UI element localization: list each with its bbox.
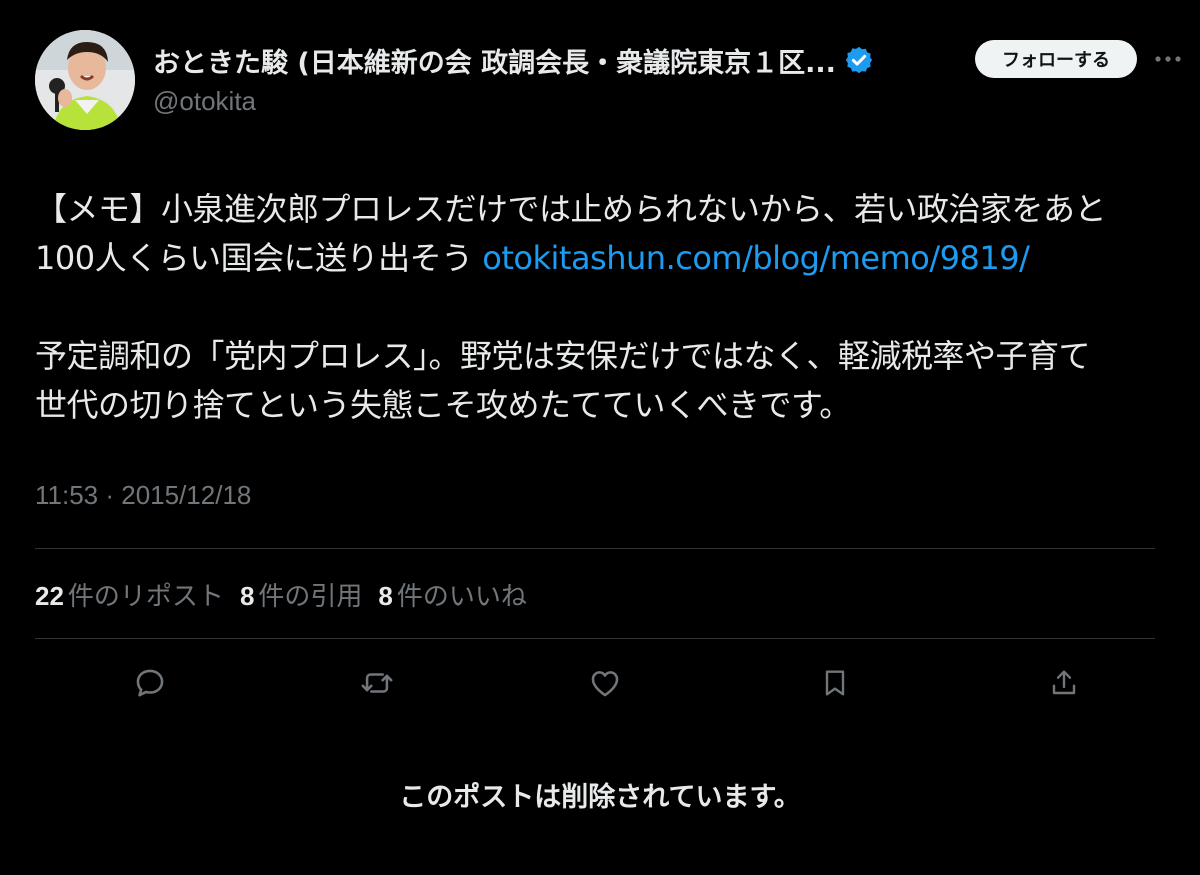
follow-button[interactable]: フォローする — [975, 40, 1137, 78]
likes-count: 8 — [378, 580, 393, 611]
tweet-line-text: 100人くらい国会に送り出そう — [35, 239, 483, 277]
display-name[interactable]: おときた駿 (日本維新の会 政調会長・衆議院東京１区... — [153, 41, 836, 80]
deleted-post-notice: このポストは削除されています。 — [399, 782, 801, 813]
author-info: おときた駿 (日本維新の会 政調会長・衆議院東京１区... @otokita — [153, 38, 953, 117]
display-name-row: おときた駿 (日本維新の会 政調会長・衆議院東京１区... — [153, 38, 953, 82]
tweet-timestamp[interactable]: 11:53 · 2015/12/18 — [35, 480, 251, 511]
more-button[interactable] — [1153, 42, 1183, 76]
reposts-stat[interactable]: 22 件のリポスト — [35, 576, 224, 613]
reply-icon — [136, 669, 164, 697]
likes-stat[interactable]: 8 件のいいね — [378, 576, 526, 613]
divider — [35, 548, 1155, 549]
avatar[interactable] — [35, 30, 135, 130]
share-button[interactable] — [1042, 660, 1086, 706]
tweet-header: おときた駿 (日本維新の会 政調会長・衆議院東京１区... @otokita フ… — [35, 30, 1181, 130]
reposts-label: 件のリポスト — [67, 581, 224, 612]
quotes-count: 8 — [239, 580, 255, 611]
like-button[interactable] — [583, 660, 627, 706]
reply-button[interactable] — [128, 660, 172, 706]
repost-icon — [361, 673, 393, 693]
action-bar — [0, 660, 1200, 706]
quotes-stat[interactable]: 8 件の引用 — [240, 576, 362, 613]
repost-button[interactable] — [355, 660, 399, 706]
bookmark-button[interactable] — [813, 660, 857, 706]
like-icon — [591, 671, 619, 697]
reposts-count: 22 — [35, 580, 64, 611]
handle[interactable]: @otokita — [153, 86, 953, 117]
more-dots-icon — [1155, 56, 1181, 62]
likes-label: 件のいいね — [396, 581, 527, 612]
bookmark-icon — [825, 670, 845, 696]
share-icon — [1052, 670, 1076, 695]
tweet-line: 予定調和の「党内プロレス」。野党は安保だけではなく、軽減税率や子育て — [35, 337, 1091, 375]
tweet-line: 【メモ】小泉進次郎プロレスだけでは止められないから、若い政治家をあと — [35, 190, 1107, 228]
tweet-link[interactable]: otokitashun.com/blog/memo/9819/ — [482, 239, 1030, 277]
tweet-line: 世代の切り捨てという失態こそ攻めたてていくべきです。 — [35, 386, 851, 424]
profile-photo — [35, 30, 135, 130]
tweet-line: 100人くらい国会に送り出そう otokitashun.com/blog/mem… — [35, 234, 1170, 283]
tweet-text: 【メモ】小泉進次郎プロレスだけでは止められないから、若い政治家をあと 100人く… — [35, 185, 1170, 430]
verified-badge-icon[interactable] — [844, 45, 874, 75]
divider — [35, 638, 1155, 639]
engagement-stats: 22 件のリポスト 8 件の引用 8 件のいいね — [35, 572, 543, 616]
quotes-label: 件の引用 — [258, 581, 363, 612]
